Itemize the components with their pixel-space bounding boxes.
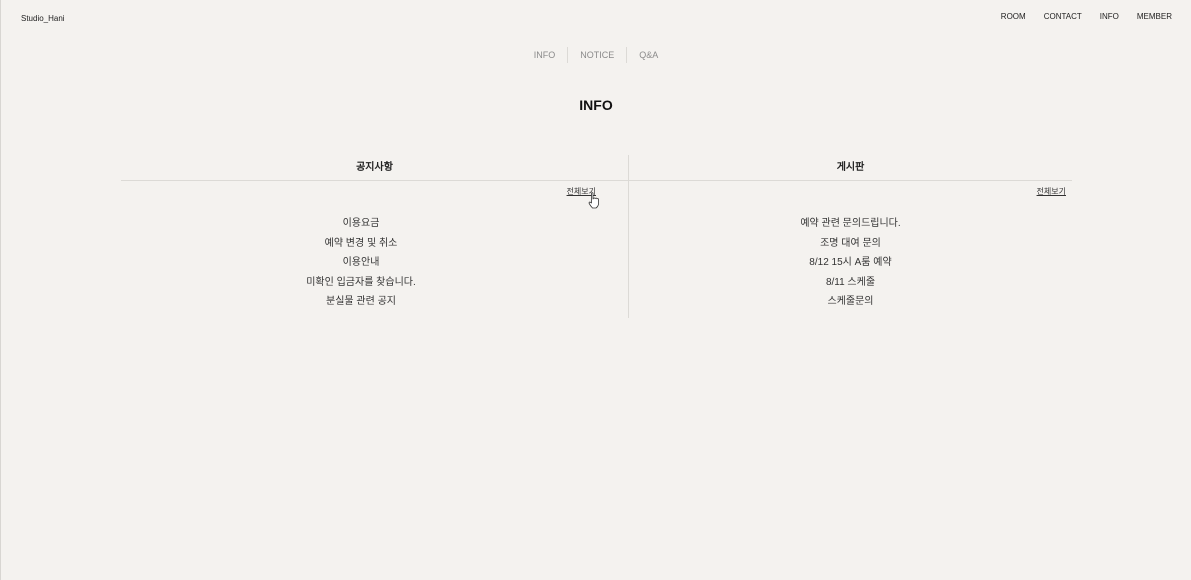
- tab-notice[interactable]: NOTICE: [567, 47, 626, 63]
- notice-board-title: 공지사항: [121, 155, 628, 181]
- nav-item-info[interactable]: INFO: [1100, 12, 1119, 21]
- nav-item-contact[interactable]: CONTACT: [1044, 12, 1082, 21]
- qna-board: 게시판 전체보기 예약 관련 문의드립니다. 조명 대여 문의 8/12 15시…: [628, 155, 1072, 318]
- tab-qna[interactable]: Q&A: [626, 47, 670, 63]
- top-nav: ROOM CONTACT INFO MEMBER: [1001, 12, 1172, 21]
- qna-list-item[interactable]: 조명 대여 문의: [629, 234, 1072, 254]
- notice-board: 공지사항 전체보기 이용요금 예약 변경 및 취소 이용안내 미확인 입금자를 …: [121, 155, 628, 318]
- qna-list-item[interactable]: 8/12 15시 A룸 예약: [629, 253, 1072, 273]
- hand-cursor-icon: [588, 192, 599, 209]
- notice-list-item[interactable]: 이용안내: [121, 253, 601, 273]
- notice-list-item[interactable]: 이용요금: [121, 214, 601, 234]
- nav-item-room[interactable]: ROOM: [1001, 12, 1026, 21]
- notice-list: 이용요금 예약 변경 및 취소 이용안내 미확인 입금자를 찾습니다. 분실물 …: [121, 214, 601, 312]
- qna-board-title: 게시판: [629, 155, 1072, 181]
- page-title: INFO: [579, 97, 613, 113]
- notice-list-item[interactable]: 예약 변경 및 취소: [121, 234, 601, 254]
- qna-list-item[interactable]: 스케줄문의: [629, 292, 1072, 312]
- qna-view-all-link[interactable]: 전체보기: [1037, 186, 1066, 197]
- qna-list: 예약 관련 문의드립니다. 조명 대여 문의 8/12 15시 A룸 예약 8/…: [629, 214, 1072, 312]
- sub-nav: INFO NOTICE Q&A: [1, 47, 1191, 63]
- qna-list-item[interactable]: 예약 관련 문의드립니다.: [629, 214, 1072, 234]
- notice-list-item[interactable]: 미확인 입금자를 찾습니다.: [121, 273, 601, 293]
- nav-item-member[interactable]: MEMBER: [1137, 12, 1172, 21]
- site-logo[interactable]: Studio_Hani: [21, 14, 65, 23]
- qna-list-item[interactable]: 8/11 스케줄: [629, 273, 1072, 293]
- tab-info[interactable]: INFO: [522, 47, 568, 63]
- page: Studio_Hani ROOM CONTACT INFO MEMBER INF…: [0, 0, 1191, 580]
- notice-list-item[interactable]: 분실물 관련 공지: [121, 292, 601, 312]
